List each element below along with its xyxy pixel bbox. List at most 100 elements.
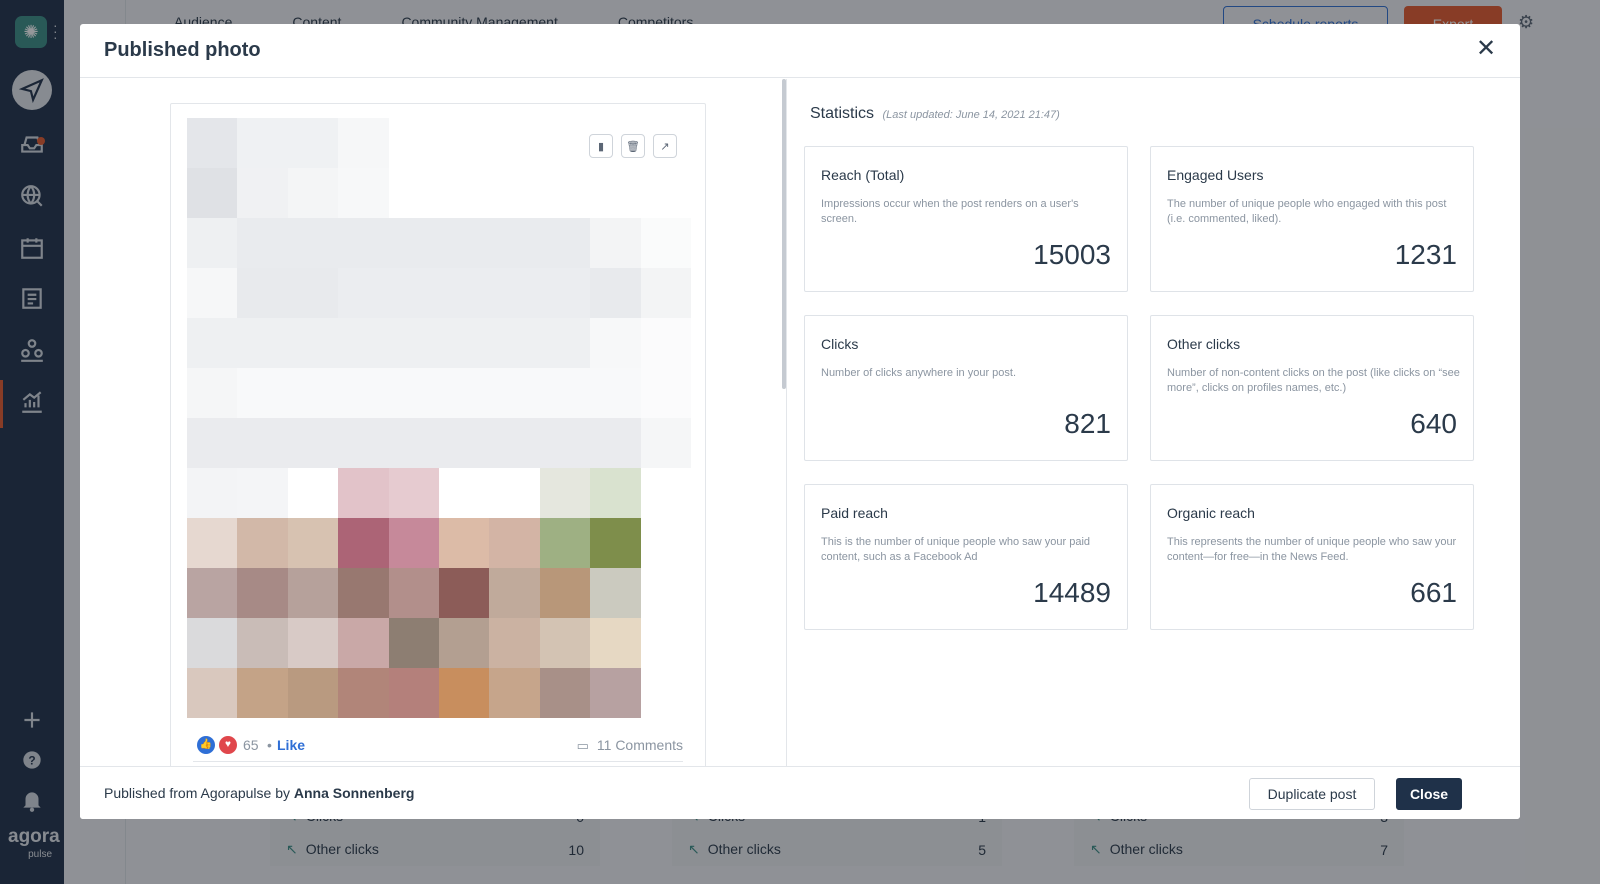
- stat-card-engaged-users: Engaged Users The number of unique peopl…: [1150, 146, 1474, 292]
- post-tools: ▮ 🗑 ↗: [589, 134, 677, 158]
- image-pixel: [438, 568, 490, 618]
- trash-icon[interactable]: 🗑: [621, 134, 645, 158]
- image-pixel: [187, 118, 238, 168]
- image-pixel: [287, 518, 339, 568]
- image-pixel: [640, 518, 691, 568]
- image-pixel: [640, 418, 691, 468]
- stat-card-paid-reach: Paid reach This is the number of unique …: [804, 484, 1128, 630]
- reaction-count: 65: [243, 737, 259, 753]
- image-pixel: [187, 618, 238, 668]
- post-preview-pane: ▮ 🗑 ↗ 👍 ♥ 65 • Like ▭ 11 Comments: [80, 79, 787, 766]
- image-pixel: [438, 168, 490, 218]
- image-pixel: [237, 218, 288, 268]
- image-pixel: [438, 618, 490, 668]
- image-pixel: [287, 468, 339, 518]
- stat-card-reach: Reach (Total) Impressions occur when the…: [804, 146, 1128, 292]
- image-pixel: [489, 168, 540, 218]
- close-button[interactable]: Close: [1396, 778, 1462, 810]
- like-reaction-icon: 👍: [197, 736, 215, 754]
- image-pixel: [438, 418, 490, 468]
- image-pixel: [590, 468, 641, 518]
- image-pixel: [539, 468, 591, 518]
- image-pixel: [338, 118, 389, 168]
- duplicate-post-button[interactable]: Duplicate post: [1249, 778, 1375, 810]
- image-pixel: [338, 218, 389, 268]
- open-external-icon[interactable]: ↗: [653, 134, 677, 158]
- card-value: 821: [1064, 408, 1111, 439]
- image-pixel: [539, 668, 591, 718]
- card-value: 1231: [1394, 239, 1457, 270]
- image-pixel: [237, 118, 288, 168]
- image-pixel: [388, 668, 439, 718]
- image-pixel: [287, 418, 339, 468]
- image-pixel: [539, 268, 591, 318]
- card-value: 15003: [1033, 239, 1111, 270]
- image-pixel: [640, 568, 691, 618]
- image-pixel: [237, 168, 288, 218]
- image-pixel: [590, 218, 641, 268]
- image-pixel: [388, 318, 439, 368]
- image-pixel: [388, 218, 439, 268]
- card-description: The number of unique people who engaged …: [1167, 198, 1447, 225]
- image-pixel: [539, 568, 591, 618]
- image-pixel: [338, 268, 389, 318]
- card-value: 14489: [1033, 577, 1111, 608]
- image-pixel: [237, 518, 288, 568]
- card-title: Paid reach: [821, 505, 888, 521]
- modal-title: Published photo: [104, 39, 261, 61]
- image-pixel: [640, 368, 691, 418]
- image-pixel: [338, 468, 389, 518]
- image-pixel: [489, 268, 540, 318]
- tag-icon[interactable]: ▮: [589, 134, 613, 158]
- image-pixel: [590, 668, 641, 718]
- comments-link[interactable]: ▭ 11 Comments: [577, 737, 683, 754]
- image-pixel: [590, 568, 641, 618]
- card-title: Clicks: [821, 336, 859, 352]
- image-pixel: [338, 368, 389, 418]
- image-pixel: [388, 468, 439, 518]
- card-description: This is the number of unique people who …: [821, 536, 1091, 563]
- image-pixel: [640, 218, 691, 268]
- image-pixel: [187, 218, 238, 268]
- like-link[interactable]: Like: [277, 737, 305, 753]
- stat-card-other-clicks: Other clicks Number of non-content click…: [1150, 315, 1474, 461]
- image-pixel: [539, 368, 591, 418]
- image-pixel: [640, 618, 691, 668]
- statistics-heading: Statistics: [810, 105, 875, 122]
- image-pixel: [489, 368, 540, 418]
- image-pixel: [287, 668, 339, 718]
- image-pixel: [438, 118, 490, 168]
- image-pixel: [640, 468, 691, 518]
- stat-card-clicks: Clicks Number of clicks anywhere in your…: [804, 315, 1128, 461]
- last-updated: (Last updated: June 14, 2021 21:47): [882, 109, 1060, 121]
- statistics-pane: Statistics (Last updated: June 14, 2021 …: [788, 79, 1520, 766]
- image-pixel: [287, 318, 339, 368]
- image-pixel: [187, 368, 238, 418]
- post-footer: 👍 ♥ 65 • Like ▭ 11 Comments: [193, 732, 683, 762]
- image-pixel: [237, 668, 288, 718]
- image-pixel: [287, 118, 339, 168]
- image-pixel: [590, 318, 641, 368]
- image-pixel: [388, 618, 439, 668]
- card-title: Organic reach: [1167, 505, 1255, 521]
- image-pixel: [539, 418, 591, 468]
- card-title: Engaged Users: [1167, 167, 1264, 183]
- scrollbar[interactable]: [782, 79, 786, 389]
- image-pixel: [590, 368, 641, 418]
- image-pixel: [287, 168, 339, 218]
- comments-label: 11 Comments: [596, 737, 683, 753]
- image-pixel: [187, 518, 238, 568]
- image-pixel: [489, 218, 540, 268]
- image-pixel: [338, 618, 389, 668]
- image-pixel: [438, 518, 490, 568]
- image-pixel: [187, 468, 238, 518]
- image-pixel: [187, 318, 238, 368]
- image-pixel: [388, 268, 439, 318]
- card-description: Number of clicks anywhere in your post.: [821, 367, 1017, 379]
- image-pixel: [539, 118, 591, 168]
- image-pixel: [590, 518, 641, 568]
- image-pixel: [438, 218, 490, 268]
- image-pixel: [388, 518, 439, 568]
- love-reaction-icon: ♥: [219, 736, 237, 754]
- close-icon[interactable]: ✕: [1474, 37, 1498, 62]
